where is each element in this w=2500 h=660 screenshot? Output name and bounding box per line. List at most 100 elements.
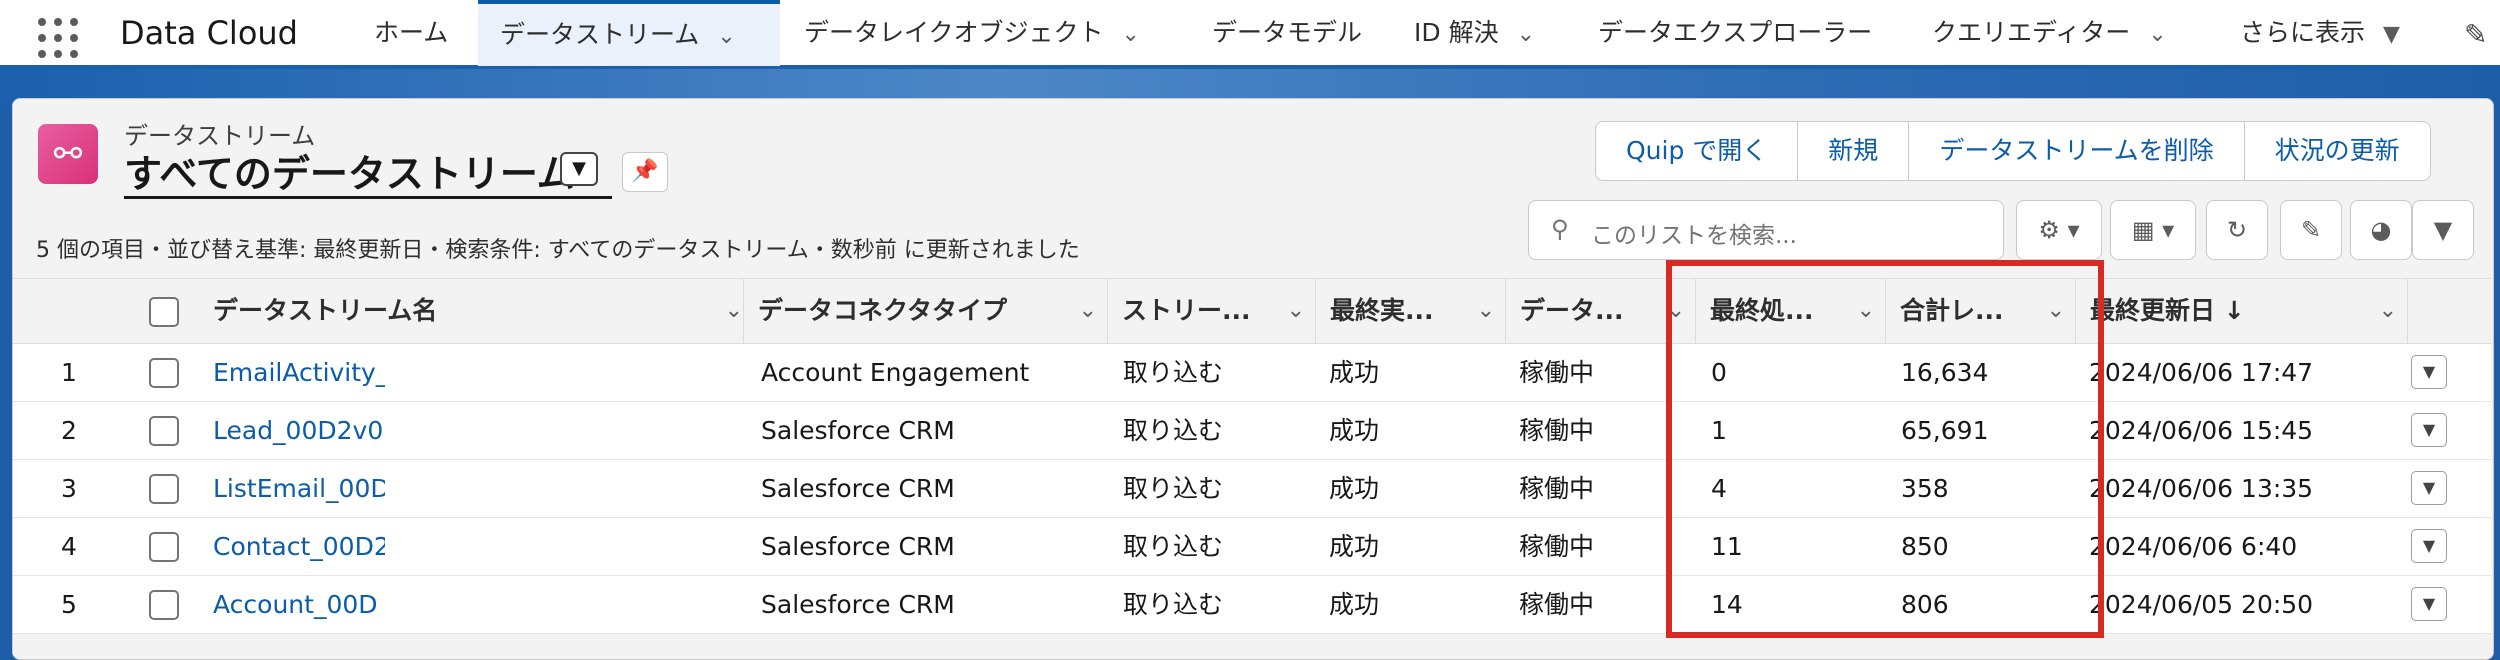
row-actions-icon[interactable]: ▼ [2411,413,2447,447]
row-number: 2 [61,416,77,445]
chevron-down-icon[interactable]: ⌄ [1287,279,1305,343]
row-checkbox[interactable] [149,474,179,504]
last-run-cell: 成功 [1329,358,1380,387]
display-as-table-icon[interactable]: ▦ ▾ [2110,200,2196,260]
row-checkbox[interactable] [149,416,179,446]
data-status-cell: 稼働中 [1519,416,1595,445]
stream-type-cell: 取り込む [1123,416,1224,445]
data-stream-name-link[interactable]: Account_00D [213,576,385,633]
nav-item-data-model[interactable]: データモデル [1212,0,1362,66]
nav-item-more[interactable]: さらに表示 ▼ [2240,0,2400,66]
new-button[interactable]: 新規 [1797,121,1910,181]
stream-type-cell: 取り込む [1123,474,1224,503]
data-status-cell: 稼働中 [1519,474,1595,503]
last-run-cell: 成功 [1329,416,1380,445]
chevron-down-icon[interactable]: ⌄ [1079,279,1097,343]
data-stream-name-link[interactable]: EmailActivity_ [213,344,385,401]
nav-item-home[interactable]: ホーム [374,0,448,66]
list-search-input[interactable]: ⚲ このリストを検索... [1528,200,2004,260]
stream-type-cell: 取り込む [1123,532,1224,561]
row-checkbox[interactable] [149,358,179,388]
connector-type-cell: Salesforce CRM [761,474,955,503]
nav-item-data-lake-objects[interactable]: データレイクオブジェクト ⌄ [804,0,1140,66]
chevron-down-icon[interactable]: ⌄ [2148,2,2166,68]
nav-item-identity-resolution[interactable]: ID 解決 ⌄ [1414,0,1535,66]
row-actions-icon[interactable]: ▼ [2411,587,2447,621]
table-row[interactable]: 5 Account_00D Salesforce CRM 取り込む 成功 稼働中… [13,576,2491,634]
last-run-cell: 成功 [1329,474,1380,503]
connector-type-cell: Account Engagement [761,358,1030,387]
stream-type-cell: 取り込む [1123,358,1224,387]
row-checkbox[interactable] [149,532,179,562]
nav-item-data-streams[interactable]: データストリーム ⌄ [478,0,780,66]
table-row[interactable]: 3 ListEmail_00D Salesforce CRM 取り込む 成功 稼… [13,460,2491,518]
list-view-picker-icon[interactable]: ▼ [560,152,598,186]
edit-list-icon[interactable]: ✎ [2280,200,2342,260]
caret-down-icon[interactable]: ▼ [2383,2,2400,68]
data-stream-name-link[interactable]: Contact_00D2 [213,518,385,575]
table-row[interactable]: 1 EmailActivity_ Account Engagement 取り込む… [13,344,2491,402]
row-actions-icon[interactable]: ▼ [2411,355,2447,389]
delete-data-stream-button[interactable]: データストリームを削除 [1908,121,2245,181]
last-modified-cell: 2024/06/05 20:50 [2089,590,2314,619]
open-quip-button[interactable]: Quip で開く [1595,121,1799,181]
app-launcher-icon[interactable] [38,18,78,58]
row-checkbox[interactable] [149,590,179,620]
chevron-down-icon[interactable]: ⌄ [717,6,735,68]
action-button-group: Quip で開く 新規 データストリームを削除 状況の更新 [1595,121,2431,181]
chevron-down-icon[interactable]: ⌄ [1477,279,1495,343]
last-run-cell: 成功 [1329,532,1380,561]
list-view-title[interactable]: すべてのデータストリーム [124,143,575,198]
data-stream-object-icon: ⚯ [38,124,98,184]
column-header-name[interactable]: データストリーム名 ⌄ [213,279,753,343]
stream-type-cell: 取り込む [1123,590,1224,619]
last-modified-cell: 2024/06/06 15:45 [2089,416,2314,445]
column-header-last-run[interactable]: 最終実... ⌄ [1315,279,1505,343]
nav-item-query-editor[interactable]: クエリエディター ⌄ [1932,0,2167,66]
connector-type-cell: Salesforce CRM [761,590,955,619]
last-modified-cell: 2024/06/06 6:40 [2089,532,2298,561]
last-modified-cell: 2024/06/06 17:47 [2089,358,2314,387]
nav-item-data-explorer[interactable]: データエクスプローラー [1598,0,1872,66]
row-number: 1 [61,358,77,387]
last-modified-cell: 2024/06/06 13:35 [2089,474,2314,503]
column-header-last-modified[interactable]: 最終更新日 ↓ ⌄ [2075,279,2407,343]
column-header-connector-type[interactable]: データコネクタタイプ ⌄ [743,279,1107,343]
app-name: Data Cloud [120,14,298,52]
filter-icon[interactable]: ▼ [2412,200,2474,260]
pin-icon[interactable]: 📌 [622,152,668,192]
data-status-cell: 稼働中 [1519,358,1595,387]
select-all-checkbox[interactable] [149,297,179,327]
table-row[interactable]: 2 Lead_00D2v0 Salesforce CRM 取り込む 成功 稼働中… [13,402,2491,460]
row-actions-icon[interactable]: ▼ [2411,471,2447,505]
data-status-cell: 稼働中 [1519,590,1595,619]
refresh-icon[interactable]: ↻ [2206,200,2268,260]
chevron-down-icon[interactable]: ⌄ [1517,2,1535,68]
row-number: 3 [61,474,77,503]
data-stream-name-link[interactable]: Lead_00D2v0 [213,402,385,459]
connector-type-cell: Salesforce CRM [761,532,955,561]
charts-icon[interactable]: ◕ [2350,200,2412,260]
column-header-stream-type[interactable]: ストリー... ⌄ [1107,279,1315,343]
row-number: 4 [61,532,77,561]
list-status-text: 5 個の項目・並び替え基準: 最終更新日・検索条件: すべてのデータストリーム・… [36,238,1080,263]
chevron-down-icon[interactable]: ⌄ [2379,279,2397,343]
row-actions-icon[interactable]: ▼ [2411,529,2447,563]
column-header-actions [2407,279,2491,343]
data-status-cell: 稼働中 [1519,532,1595,561]
data-stream-name-link[interactable]: ListEmail_00D [213,460,385,517]
chevron-down-icon[interactable]: ⌄ [1122,2,1140,68]
search-placeholder: このリストを検索... [1591,223,1797,249]
refresh-status-button[interactable]: 状況の更新 [2243,121,2431,181]
list-settings-icon[interactable]: ⚙ ▾ [2016,200,2102,260]
table-row[interactable]: 4 Contact_00D2 Salesforce CRM 取り込む 成功 稼働… [13,518,2491,576]
last-run-cell: 成功 [1329,590,1380,619]
global-nav-bar: Data Cloud ホーム データストリーム ⌄ データレイクオブジェクト ⌄ デ… [0,0,2500,69]
table-header-row: データストリーム名 ⌄ データコネクタタイプ ⌄ ストリー... ⌄ 最終実... ⌄ … [13,278,2491,344]
edit-nav-icon[interactable]: ✎ [2464,18,2487,51]
connector-type-cell: Salesforce CRM [761,416,955,445]
chevron-down-icon[interactable]: ⌄ [725,279,743,343]
search-icon: ⚲ [1551,215,1569,243]
title-underline [124,196,612,199]
highlight-annotation-box [1666,260,2104,638]
